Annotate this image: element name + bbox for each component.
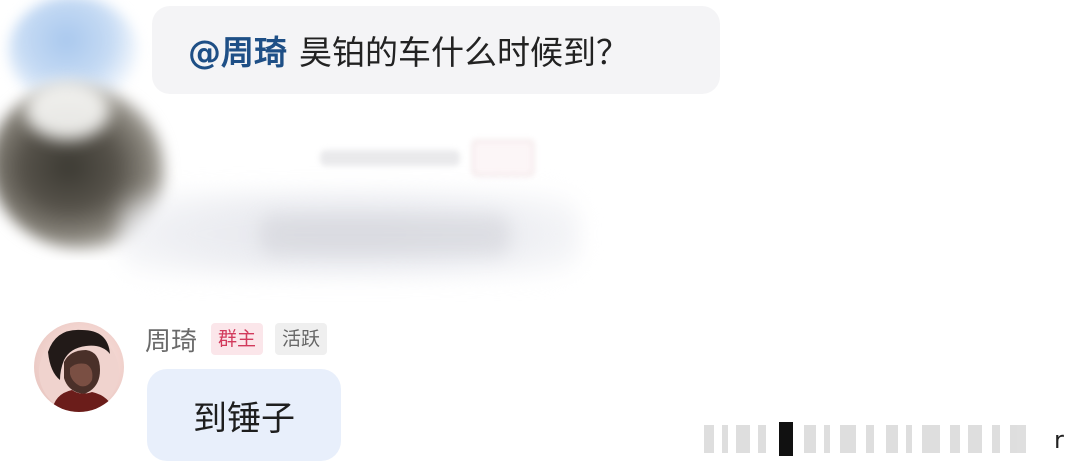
blurred-message-text (260, 215, 510, 255)
sender-name[interactable]: 周琦 (145, 321, 197, 358)
active-badge: 活跃 (275, 323, 328, 355)
watermark-strip (700, 419, 1050, 455)
blurred-badge (472, 140, 534, 176)
corner-glyph: r (1054, 426, 1064, 454)
blurred-avatar-light-area (25, 80, 110, 140)
watermark-dark-bar (779, 422, 793, 456)
message-text: 到锤子 (193, 398, 295, 439)
avatar[interactable] (34, 322, 124, 412)
blurred-sender-line (320, 150, 460, 166)
mention-link[interactable]: @周琦 (188, 26, 287, 74)
sender-row: 周琦 群主 活跃 (145, 320, 339, 358)
quoted-message-bubble[interactable]: @周琦 昊铂的车什么时候到？ (152, 6, 720, 94)
blurred-sender-meta (300, 140, 540, 176)
avatar-photo-icon (39, 329, 119, 412)
owner-badge: 群主 (211, 323, 264, 355)
message-bubble[interactable]: 到锤子 (147, 369, 341, 461)
quoted-message-text: 昊铂的车什么时候到？ (299, 33, 629, 72)
